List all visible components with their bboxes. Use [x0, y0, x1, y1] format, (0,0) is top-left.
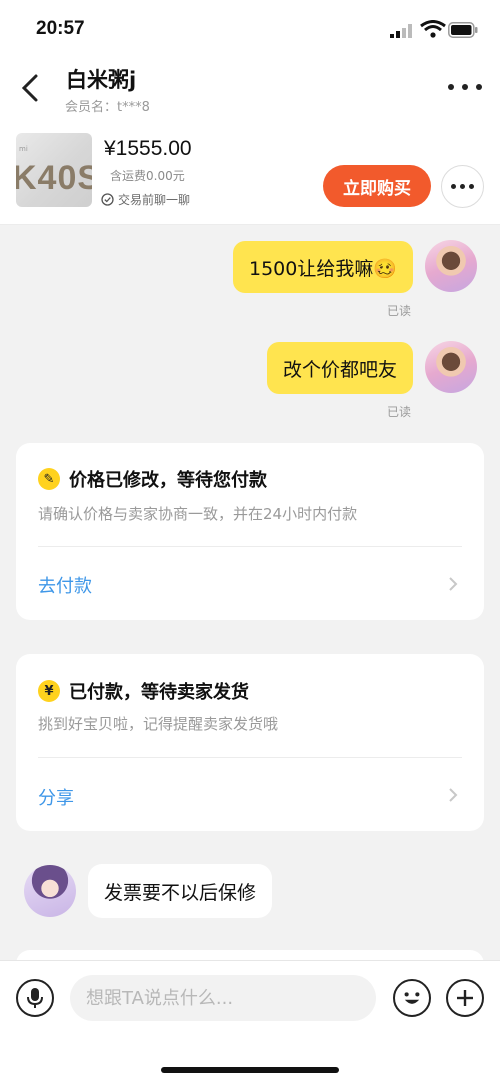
status-bar: 20:57	[0, 0, 500, 50]
message-bubble[interactable]: 发票要不以后保修	[88, 864, 273, 918]
battery-icon	[448, 22, 478, 38]
home-indicator	[161, 1067, 339, 1073]
shipping-fee: 含运费0.00元	[110, 169, 185, 183]
message-bubble[interactable]: 1500让给我嘛🥴	[232, 241, 413, 293]
back-icon[interactable]	[16, 70, 46, 106]
read-status: 已读	[387, 304, 412, 318]
more-actions-button[interactable]	[446, 979, 484, 1017]
thumb-brand: mi	[19, 145, 28, 153]
product-more-button[interactable]	[441, 165, 484, 208]
message-bubble[interactable]: 改个价都吧友	[266, 342, 413, 394]
dot-icon	[462, 84, 468, 90]
emoji-icon[interactable]	[393, 979, 431, 1017]
dot-icon	[476, 84, 482, 90]
chat-first-label: 交易前聊一聊	[118, 193, 191, 207]
seller-avatar[interactable]	[24, 865, 76, 917]
chevron-right-icon	[449, 788, 458, 802]
chat-header: 白米粥j 会员名：t***8	[0, 50, 500, 125]
yen-icon: ¥	[38, 680, 60, 702]
card-description: 请确认价格与卖家协商一致，并在24小时内付款	[38, 505, 358, 523]
card-title: ¥ 已付款，等待卖家发货	[38, 678, 249, 704]
chat-first-tag: 交易前聊一聊	[101, 191, 190, 208]
dot-icon	[448, 84, 454, 90]
dot-icon	[469, 184, 474, 189]
product-price: ¥1555.00	[104, 137, 192, 160]
chevron-right-icon	[449, 577, 458, 591]
my-avatar[interactable]	[425, 240, 477, 292]
check-circle-icon	[101, 193, 114, 206]
wifi-icon	[420, 20, 446, 38]
more-options-button[interactable]	[448, 80, 482, 94]
read-status: 已读	[387, 405, 412, 419]
share-link[interactable]: 分享	[38, 784, 74, 810]
order-status-card: ¥ 已付款，等待卖家发货 挑到好宝贝啦，记得提醒卖家发货哦 分享	[16, 654, 484, 831]
cellular-signal-icon	[390, 24, 412, 38]
chat-title: 白米粥j	[66, 68, 137, 92]
buy-now-button[interactable]: 立即购买	[323, 165, 431, 207]
plus-icon	[457, 990, 473, 1006]
divider	[38, 546, 462, 547]
message-input[interactable]	[70, 975, 376, 1021]
member-name: 会员名：t***8	[65, 100, 150, 115]
dot-icon	[451, 184, 456, 189]
microphone-icon	[27, 988, 43, 1008]
pay-link[interactable]: 去付款	[38, 572, 92, 598]
thumb-model: K40S	[16, 159, 92, 197]
divider	[38, 757, 462, 758]
card-title-text: 已付款，等待卖家发货	[69, 682, 249, 703]
status-time: 20:57	[36, 18, 85, 39]
price-edit-icon: ✎	[38, 468, 60, 490]
dot-icon	[460, 184, 465, 189]
my-avatar[interactable]	[425, 341, 477, 393]
voice-button[interactable]	[16, 979, 54, 1017]
card-title-text: 价格已修改，等待您付款	[69, 470, 267, 491]
product-thumbnail[interactable]: mi K40S	[16, 133, 92, 207]
order-status-card: ✎ 价格已修改，等待您付款 请确认价格与卖家协商一致，并在24小时内付款 去付款	[16, 443, 484, 620]
product-bar: mi K40S ¥1555.00 含运费0.00元 交易前聊一聊 立即购买	[0, 125, 500, 225]
card-title: ✎ 价格已修改，等待您付款	[38, 466, 267, 492]
card-description: 挑到好宝贝啦，记得提醒卖家发货哦	[38, 715, 279, 733]
input-bar	[0, 960, 500, 1083]
